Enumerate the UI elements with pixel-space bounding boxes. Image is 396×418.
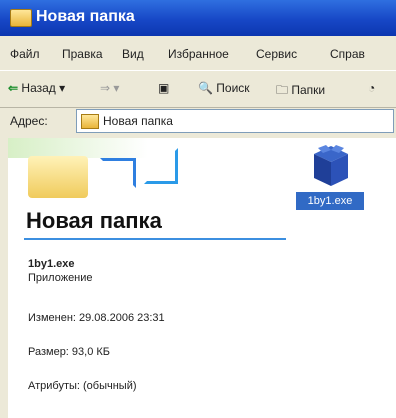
menu-favorites[interactable]: Избранное	[168, 47, 229, 61]
address-label: Адрес:	[10, 114, 48, 128]
details-file-type: Приложение	[28, 272, 93, 284]
folders-icon: 🗀	[276, 83, 289, 97]
views-icon[interactable]: ◔	[368, 81, 375, 95]
menu-bar: Файл Правка Вид Избранное Сервис Справ	[0, 38, 396, 70]
menu-tools[interactable]: Сервис	[256, 47, 297, 61]
folders-label: Папки	[291, 83, 326, 97]
details-size: Размер: 93,0 КБ	[28, 346, 111, 358]
folders-button[interactable]: 🗀 Папки	[276, 81, 325, 102]
file-item-label[interactable]: 1by1.exe	[296, 192, 364, 210]
folder-icon	[10, 9, 32, 27]
search-label: Поиск	[216, 81, 250, 95]
folder-icon	[81, 114, 99, 129]
menu-file[interactable]: Файл	[10, 47, 40, 61]
details-modified: Изменен: 29.08.2006 23:31	[28, 312, 165, 324]
window-title: Новая папка	[36, 8, 135, 25]
address-value: Новая папка	[103, 114, 173, 128]
menu-view[interactable]: Вид	[122, 47, 144, 61]
back-arrow-icon: ⇐	[8, 81, 19, 95]
dropdown-icon: ▾	[59, 81, 66, 95]
menu-edit[interactable]: Правка	[62, 47, 103, 61]
up-folder-icon[interactable]: ▣	[158, 81, 169, 95]
back-button[interactable]: ⇐ Назад ▾	[8, 81, 65, 95]
banner-decoration	[144, 148, 178, 184]
application-icon[interactable]	[312, 144, 350, 188]
folder-content: 1by1.exe Новая папка 1by1.exe Приложение…	[8, 138, 396, 418]
title-bar[interactable]: Новая папка	[0, 0, 396, 36]
back-label: Назад	[21, 81, 56, 95]
search-icon: 🔍	[198, 81, 213, 95]
divider	[24, 238, 286, 240]
menu-help[interactable]: Справ	[330, 47, 365, 61]
explorer-window: Новая папка Файл Правка Вид Избранное Се…	[0, 0, 396, 418]
address-input[interactable]: Новая папка	[76, 109, 394, 133]
folder-heading: Новая папка	[26, 208, 162, 233]
toolbar: ⇐ Назад ▾ ⇒ ▾ ▣ 🔍 Поиск 🗀 Папки ◔	[0, 70, 396, 108]
details-attributes: Атрибуты: (обычный)	[28, 380, 137, 392]
address-bar: Адрес: Новая папка	[0, 106, 396, 136]
details-file-name: 1by1.exe	[28, 258, 75, 270]
banner-decoration	[8, 138, 148, 158]
search-button[interactable]: 🔍 Поиск	[198, 81, 250, 95]
forward-button[interactable]: ⇒ ▾	[100, 81, 119, 95]
banner-decoration	[100, 158, 136, 188]
folder-banner-icon	[28, 156, 88, 198]
